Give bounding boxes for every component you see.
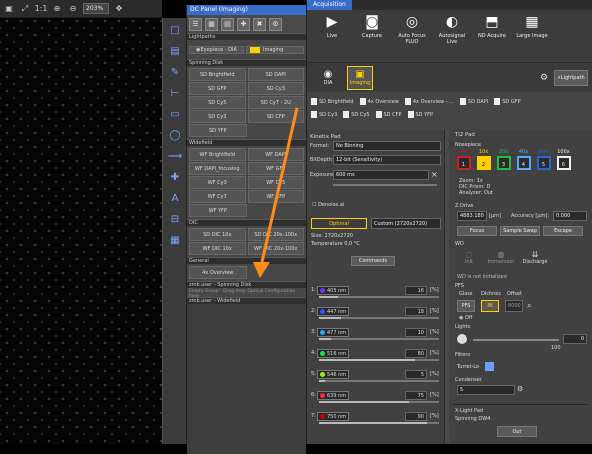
annotation-arrow: [253, 107, 299, 278]
